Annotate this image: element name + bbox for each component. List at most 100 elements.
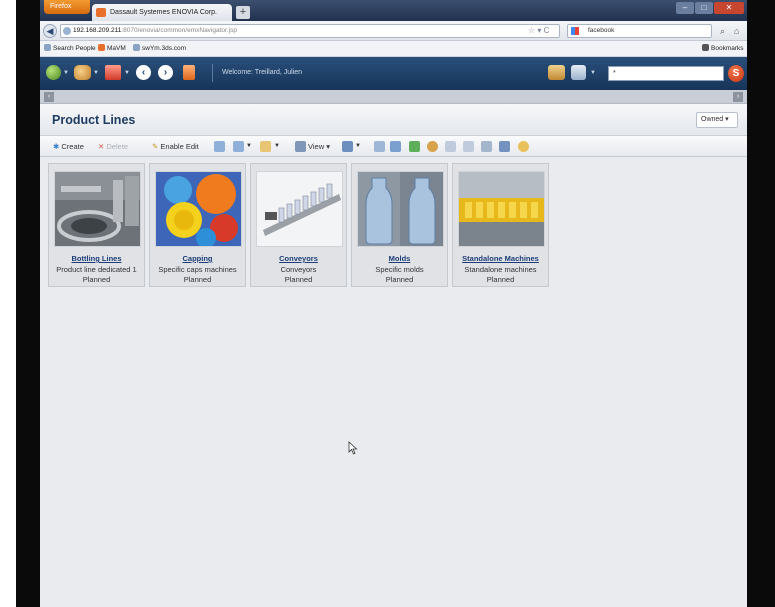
standalone-machines-image [458,171,545,247]
sort-icon[interactable] [214,141,225,152]
columns-icon[interactable] [481,141,492,152]
copy-icon[interactable] [260,141,271,152]
bookmarks-folder-icon [702,44,709,51]
reload-icon[interactable]: C [544,26,550,35]
chevron-down-icon[interactable]: ▼ [355,136,361,157]
bookmark-swym[interactable]: swYm.3ds.com [133,41,186,57]
export-icon[interactable] [445,141,456,152]
back-nav-icon[interactable]: ‹ [136,65,151,80]
back-button[interactable]: ◀ [43,24,57,38]
tile-name-link[interactable]: Capping [150,254,245,263]
mouse-cursor-icon [348,441,358,455]
palette-icon[interactable] [427,141,438,152]
tile-name-link[interactable]: Conveyors [251,254,346,263]
panel-toggle-strip: ‹ › [40,90,747,104]
conveyors-image [256,171,343,247]
firefox-menu-button[interactable]: Firefox [44,0,90,14]
bookmark-search-people[interactable]: Search People [44,41,96,57]
product-line-tile[interactable]: Capping Specific caps machines Planned [149,163,246,287]
global-search-input[interactable]: * [608,66,724,81]
create-icon: ✱ [53,142,60,151]
actions-icon[interactable] [105,65,121,80]
delete-button[interactable]: ✕ Delete [98,136,128,157]
right-letterbox [747,0,775,607]
collaboration-icon[interactable] [548,65,565,80]
new-tab-button[interactable]: + [236,6,250,19]
tile-name-link[interactable]: Standalone Machines [453,254,548,263]
tile-description: Specific caps machines [158,265,237,274]
welcome-text: Welcome: Treillard, Julien [222,69,303,76]
chevron-down-icon[interactable]: ▼ [590,70,596,76]
home-icon[interactable]: ⌂ [734,25,739,37]
molds-image [357,171,444,247]
maximize-button[interactable]: □ [695,2,713,14]
filter-icon[interactable] [233,141,244,152]
toolbar-separator [212,64,213,82]
grid-view-icon[interactable] [295,141,306,152]
screen: Firefox Dassault Systemes ENOVIA Corp. +… [0,0,775,607]
view-menu[interactable]: View ▾ [308,136,330,157]
collapse-left-icon[interactable]: ‹ [44,92,54,102]
url-bar[interactable]: 192.168.209.211:8070/enovia/common/emxNa… [60,24,560,38]
filter-value: Owned [701,116,724,123]
chart-icon[interactable] [499,141,510,152]
help-icon[interactable] [518,141,529,152]
bookmark-star-icon[interactable]: ☆ [528,26,535,35]
navigation-bar: ◀ 192.168.209.211:8070/enovia/common/emx… [40,21,747,41]
product-line-tile[interactable]: Standalone Machines Standalone machines … [452,163,549,287]
delete-icon: ✕ [98,142,105,151]
chevron-down-icon[interactable]: ▼ [274,136,280,157]
chevron-down-icon[interactable]: ▼ [63,70,69,76]
browser-tab[interactable]: Dassault Systemes ENOVIA Corp. [92,4,232,21]
web-search-input[interactable]: facebook [567,24,712,38]
url-bar-actions: ☆ ▾ C [528,24,549,37]
tab-title: Dassault Systemes ENOVIA Corp. [110,9,217,16]
browser-window: Firefox Dassault Systemes ENOVIA Corp. +… [40,0,747,607]
compass-icon[interactable] [46,65,61,80]
tile-description: Product line dedicated 1 [56,265,137,274]
page-title: Product Lines [52,113,136,127]
bookmark-mavm[interactable]: MaVM [98,41,126,57]
product-line-tile[interactable]: Bottling Lines Product line dedicated 1 … [48,163,145,287]
table-icon[interactable] [342,141,353,152]
chevron-down-icon[interactable]: ▼ [246,136,252,157]
chevron-down-icon[interactable]: ▼ [93,70,99,76]
people-icon [133,44,140,51]
bookmarks-toolbar: Search People MaVM swYm.3ds.com Bookmark… [40,41,747,57]
tile-description: Conveyors [280,265,317,274]
owned-filter-select[interactable]: Owned ▾ [696,112,738,128]
tab-favicon-icon [96,8,106,17]
report-icon[interactable] [463,141,474,152]
home-tools-icon[interactable] [74,65,91,80]
search-submit-icon[interactable]: S [728,65,744,82]
minimize-button[interactable]: – [676,2,694,14]
dropdown-arrow-icon[interactable]: ▾ [537,26,541,35]
tile-state: Planned [183,275,212,284]
search-icon[interactable]: ⌕ [720,25,725,37]
tile-state: Planned [82,275,111,284]
left-letterbox [16,0,40,607]
tile-name-link[interactable]: Bottling Lines [49,254,144,263]
search-engine-icon[interactable] [571,27,579,35]
url-path: :8070/enovia/common/emxNavigator.jsp [121,27,237,34]
bottling-lines-image [54,171,141,247]
compare-icon[interactable] [390,141,401,152]
tag-icon[interactable] [409,141,420,152]
tile-name-link[interactable]: Molds [352,254,447,263]
funnel-icon[interactable] [374,141,385,152]
bookmarks-menu[interactable]: Bookmarks [702,41,744,57]
product-line-tile[interactable]: Conveyors Conveyors Planned [250,163,347,287]
product-line-tile[interactable]: Molds Specific molds Planned [351,163,448,287]
create-button[interactable]: ✱ Create [53,136,84,157]
forward-nav-icon[interactable]: › [158,65,173,80]
expand-right-icon[interactable]: › [733,92,743,102]
chevron-down-icon[interactable]: ▼ [124,70,130,76]
search-engine-text: facebook [588,27,615,34]
logout-icon[interactable] [183,65,195,80]
tools-icon[interactable] [571,65,586,80]
enable-edit-button[interactable]: ✎ Enable Edit [152,136,199,157]
close-window-button[interactable]: ✕ [714,2,744,14]
command-toolbar: ✱ Create ✕ Delete ✎ Enable Edit ▼ ▼ View… [40,136,747,157]
tile-description: Specific molds [375,265,424,274]
site-identity-icon[interactable] [63,27,71,35]
